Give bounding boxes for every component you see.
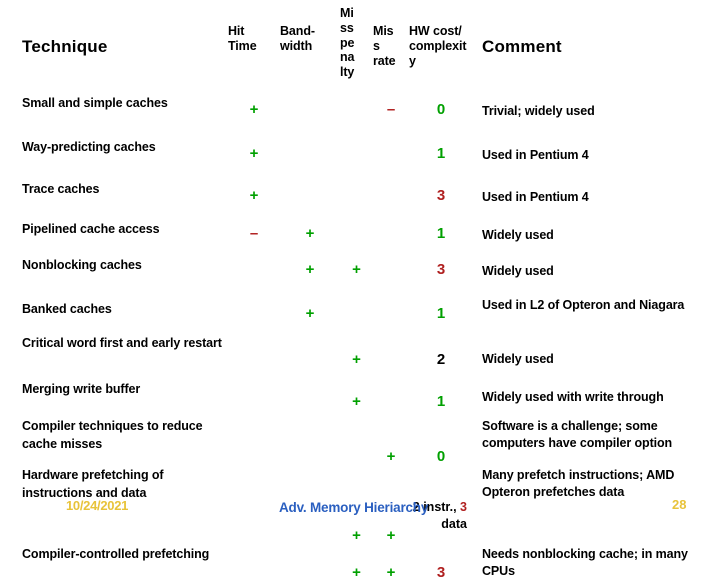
row-comment: Used in Pentium 4 xyxy=(482,190,589,204)
row-comment: Widely used xyxy=(482,228,554,242)
row-comment: Trivial; widely used xyxy=(482,104,595,118)
row-bandwidth xyxy=(280,416,340,465)
row-miss-penalty: + xyxy=(352,564,361,581)
row-miss-rate: + xyxy=(386,448,396,465)
row-hit-time: + xyxy=(249,101,259,118)
row-bandwidth xyxy=(280,93,340,137)
row-comment: Widely used xyxy=(482,264,554,278)
row-bandwidth: + xyxy=(305,225,315,242)
row-comment: Used in Pentium 4 xyxy=(482,148,589,162)
row-technique: Way-predicting caches xyxy=(22,140,156,154)
row-miss-rate xyxy=(373,379,409,416)
row-hit-time: + xyxy=(249,187,259,204)
table-row: Compiler techniques to reduce cache miss… xyxy=(0,416,720,465)
row-miss-penalty xyxy=(340,221,373,257)
row-bandwidth: + xyxy=(305,305,315,322)
slide-canvas: Technique Hit Time Band- width Mi ss pe … xyxy=(0,0,720,581)
date-stamp: 10/24/2021 xyxy=(66,498,129,513)
row-hit-time xyxy=(228,257,280,295)
row-hit-time xyxy=(228,335,280,379)
row-miss-penalty xyxy=(340,137,373,181)
row-bandwidth xyxy=(280,335,340,379)
header-hw-cost: HW cost/ complexit y xyxy=(409,24,467,68)
row-bandwidth xyxy=(280,181,340,221)
header-hit-time: Hit Time xyxy=(228,24,257,53)
hw-cost-value: 3 xyxy=(456,500,467,514)
row-hw-cost: 1 xyxy=(436,305,446,322)
row-miss-penalty xyxy=(340,295,373,335)
table-row: Trace caches +3 Used in Pentium 4 xyxy=(0,181,720,221)
row-miss-penalty xyxy=(340,93,373,137)
header-comment: Comment xyxy=(482,36,562,56)
row-hw-cost: 1 xyxy=(436,225,446,242)
row-hw-cost: 0 xyxy=(436,101,446,118)
table-row: Way-predicting caches +1 Used in Pentium 4 xyxy=(0,137,720,181)
row-miss-penalty: + xyxy=(352,261,361,278)
table-row: Small and simple caches + – 0 Trivial; widel… xyxy=(0,93,720,137)
row-miss-rate xyxy=(373,137,409,181)
row-comment: Used in L2 of Opteron and Niagara xyxy=(482,298,685,312)
table-row: Critical word first and early restart +2 W… xyxy=(0,335,720,379)
row-miss-rate xyxy=(373,295,409,335)
row-hw-cost: 1 xyxy=(436,393,446,410)
row-technique: Pipelined cache access xyxy=(22,222,160,236)
row-miss-penalty: + xyxy=(352,351,361,368)
row-hit-time xyxy=(228,379,280,416)
row-technique: Compiler techniques to reduce cache miss… xyxy=(22,419,203,451)
header-miss-rate: Mis s rate xyxy=(373,24,396,68)
table-row: Pipelined cache access – +1 Widely used xyxy=(0,221,720,257)
row-hw-cost: 1 xyxy=(436,145,446,162)
row-miss-rate xyxy=(373,181,409,221)
header-technique: Technique xyxy=(22,36,108,56)
table-row: Banked caches +1 Used in L2 of Opteron and… xyxy=(0,295,720,335)
row-miss-rate: + xyxy=(386,564,396,581)
row-hit-time xyxy=(228,416,280,465)
row-miss-rate: – xyxy=(386,101,396,118)
row-bandwidth xyxy=(280,137,340,181)
table-row: Merging write buffer +1 Widely used with w… xyxy=(0,379,720,416)
row-technique: Merging write buffer xyxy=(22,382,141,396)
row-bandwidth xyxy=(280,544,340,586)
row-hw-cost: 3 xyxy=(436,564,446,581)
header-bandwidth: Band- width xyxy=(280,24,315,53)
row-hit-time xyxy=(228,465,280,544)
row-technique: Small and simple caches xyxy=(22,96,168,110)
table-header: Technique Hit Time Band- width Mi ss pe … xyxy=(0,0,720,93)
row-miss-rate xyxy=(373,335,409,379)
row-hw-cost: 3 xyxy=(436,187,446,204)
row-technique: Banked caches xyxy=(22,302,112,316)
table-row: Nonblocking caches + +3 Widely used xyxy=(0,257,720,295)
table-row: Compiler-controlled prefetching + +3 Needs … xyxy=(0,544,720,586)
row-hit-time xyxy=(228,544,280,586)
header-miss-penalty: Mi ss pe na lty xyxy=(340,6,355,79)
header-row: Technique Hit Time Band- width Mi ss pe … xyxy=(0,0,720,93)
row-comment: Widely used xyxy=(482,352,554,366)
row-bandwidth: + xyxy=(305,261,315,278)
row-hit-time: + xyxy=(249,145,259,162)
row-technique: Nonblocking caches xyxy=(22,258,142,272)
page-number: 28 xyxy=(672,497,687,512)
row-bandwidth xyxy=(280,379,340,416)
row-hw-cost: 0 xyxy=(436,448,446,465)
hw-cost-suffix: data xyxy=(441,516,467,531)
row-miss-penalty: + xyxy=(352,393,361,410)
row-technique: Critical word first and early restart xyxy=(22,336,222,350)
row-miss-rate xyxy=(373,257,409,295)
row-comment: Software is a challenge; some computers … xyxy=(482,419,673,450)
row-miss-penalty xyxy=(340,416,373,465)
row-comment: Needs nonblocking cache; in many CPUs xyxy=(482,547,688,578)
footer-title: Adv. Memory Hieriarchy xyxy=(279,500,429,515)
row-hit-time xyxy=(228,295,280,335)
row-comment: Widely used with write through xyxy=(482,390,664,404)
row-hw-cost: 3 xyxy=(436,261,446,278)
row-technique: Compiler-controlled prefetching xyxy=(22,547,210,561)
row-hit-time: – xyxy=(249,225,259,242)
row-miss-rate xyxy=(373,221,409,257)
row-hw-cost: 2 xyxy=(436,351,446,368)
row-miss-penalty xyxy=(340,181,373,221)
row-technique: Trace caches xyxy=(22,182,100,196)
